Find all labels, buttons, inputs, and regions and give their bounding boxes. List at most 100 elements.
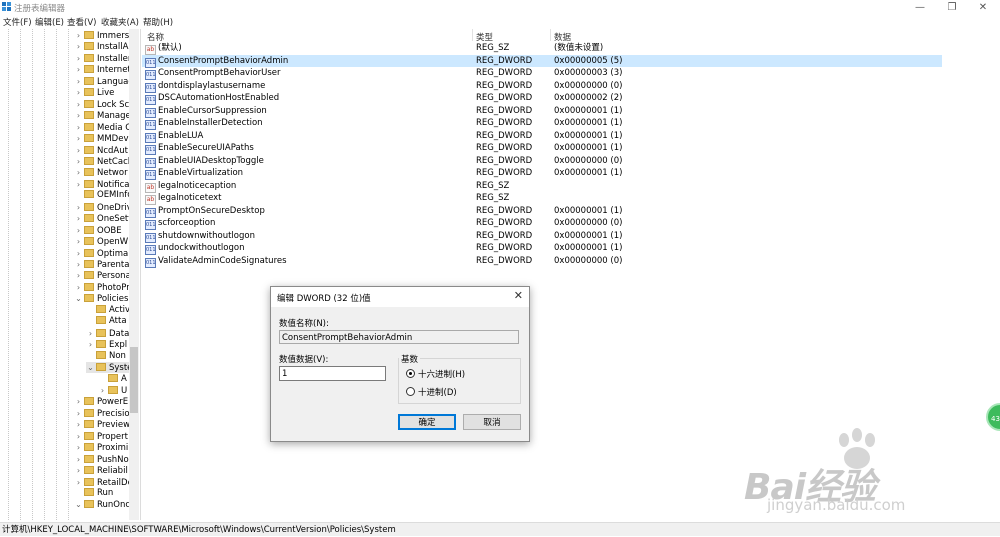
expand-chevron-icon[interactable]: ›: [86, 328, 95, 339]
tree-item[interactable]: › Data: [86, 328, 134, 339]
expand-chevron-icon[interactable]: ›: [74, 99, 83, 110]
expand-chevron-icon[interactable]: ⌄: [74, 499, 83, 510]
value-row[interactable]: 011 EnableUIADesktopToggle REG_DWORD 0x0000…: [142, 155, 942, 168]
value-row[interactable]: 011 ConsentPromptBehaviorUser REG_DWORD 0x0…: [142, 67, 942, 80]
tree-item[interactable]: Atta: [86, 316, 134, 327]
expand-chevron-icon[interactable]: ⌄: [86, 362, 95, 373]
expand-chevron-icon[interactable]: ›: [74, 110, 83, 121]
expand-chevron-icon[interactable]: ›: [74, 282, 83, 293]
tree-item[interactable]: › RetailDe: [74, 477, 134, 488]
value-row[interactable]: ab legalnoticetext REG_SZ: [142, 192, 942, 205]
tree-item[interactable]: › MMDev: [74, 133, 134, 144]
expand-chevron-icon[interactable]: ›: [74, 408, 83, 419]
expand-chevron-icon[interactable]: ⌄: [74, 293, 83, 304]
expand-chevron-icon[interactable]: ›: [74, 179, 83, 190]
tree-item[interactable]: › Proximi: [74, 442, 134, 453]
minimize-button[interactable]: —: [905, 1, 935, 14]
expand-chevron-icon[interactable]: ›: [74, 64, 83, 75]
menu-edit[interactable]: 编辑(E): [35, 16, 64, 28]
value-row[interactable]: ab (默认) REG_SZ (数值未设置): [142, 42, 942, 55]
hex-radio[interactable]: 十六进制(H): [406, 368, 465, 380]
expand-chevron-icon[interactable]: ›: [74, 156, 83, 167]
tree-item[interactable]: › Networ: [74, 167, 134, 178]
dialog-close-icon[interactable]: ✕: [514, 289, 523, 302]
tree-item[interactable]: › Lock Sc: [74, 99, 134, 110]
value-row[interactable]: 011 ValidateAdminCodeSignatures REG_DWORD 0…: [142, 255, 942, 268]
menu-view[interactable]: 查看(V): [67, 16, 96, 28]
close-window-button[interactable]: ✕: [968, 1, 998, 14]
tree-item[interactable]: Activ: [86, 304, 134, 316]
expand-chevron-icon[interactable]: ›: [74, 133, 83, 144]
expand-chevron-icon[interactable]: ›: [74, 41, 83, 52]
expand-chevron-icon[interactable]: ›: [86, 339, 95, 350]
tree-item[interactable]: › OOBE: [74, 225, 134, 236]
tree-scrollbar[interactable]: [129, 29, 139, 520]
expand-chevron-icon[interactable]: ›: [74, 396, 83, 407]
value-row[interactable]: 011 EnableCursorSuppression REG_DWORD 0x000…: [142, 105, 942, 118]
value-row[interactable]: 011 undockwithoutlogon REG_DWORD 0x00000001…: [142, 242, 942, 255]
tree-item[interactable]: › PowerE: [74, 396, 134, 407]
value-row[interactable]: 011 scforceoption REG_DWORD 0x00000000 (0): [142, 217, 942, 230]
value-row[interactable]: 011 shutdownwithoutlogon REG_DWORD 0x000000…: [142, 230, 942, 243]
expand-chevron-icon[interactable]: ›: [74, 87, 83, 98]
tree-item[interactable]: OEMInfo: [74, 190, 134, 201]
tree-item[interactable]: › Precisio: [74, 408, 134, 419]
tree-item[interactable]: › Parenta: [74, 259, 134, 270]
expand-chevron-icon[interactable]: ›: [74, 248, 83, 259]
decimal-radio[interactable]: 十进制(D): [406, 386, 457, 398]
expand-chevron-icon[interactable]: ›: [74, 270, 83, 281]
expand-chevron-icon[interactable]: ›: [74, 122, 83, 133]
expand-chevron-icon[interactable]: ›: [98, 385, 107, 396]
expand-chevron-icon[interactable]: ›: [74, 236, 83, 247]
tree-item[interactable]: ⌄ RunOnc: [74, 499, 134, 510]
key-tree[interactable]: › Immersi › InstallA › Installer › Internet › Lan…: [0, 29, 141, 520]
cancel-button[interactable]: 取消: [463, 414, 521, 430]
tree-item[interactable]: › NcdAut: [74, 145, 134, 156]
tree-item[interactable]: › Live: [74, 87, 134, 98]
tree-item[interactable]: ⌄ Policies: [74, 293, 134, 304]
value-row[interactable]: 011 EnableSecureUIAPaths REG_DWORD 0x000000…: [142, 142, 942, 155]
tree-item[interactable]: › Media C: [74, 122, 134, 133]
expand-chevron-icon[interactable]: ›: [74, 431, 83, 442]
expand-chevron-icon[interactable]: ›: [74, 30, 83, 41]
tree-item[interactable]: Run: [74, 488, 134, 499]
value-row[interactable]: 011 ConsentPromptBehaviorAdmin REG_DWORD 0x…: [142, 54, 942, 68]
tree-item[interactable]: › PushNo: [74, 454, 134, 465]
tree-item[interactable]: › OpenW: [74, 236, 134, 247]
value-row[interactable]: 011 EnableVirtualization REG_DWORD 0x000000…: [142, 167, 942, 180]
tree-item[interactable]: › Notifica: [74, 179, 134, 190]
expand-chevron-icon[interactable]: ›: [74, 225, 83, 236]
expand-chevron-icon[interactable]: ›: [74, 259, 83, 270]
ok-button[interactable]: 确定: [398, 414, 456, 430]
tree-item[interactable]: › InstallA: [74, 41, 134, 52]
tree-item[interactable]: › NetCacl: [74, 156, 134, 167]
expand-chevron-icon[interactable]: ›: [74, 465, 83, 476]
value-row[interactable]: 011 PromptOnSecureDesktop REG_DWORD 0x00000…: [142, 205, 942, 218]
expand-chevron-icon[interactable]: ›: [74, 145, 83, 156]
tree-item[interactable]: › PhotoPr: [74, 282, 134, 293]
header-divider[interactable]: [550, 29, 551, 41]
tree-item[interactable]: › Languag: [74, 76, 134, 87]
value-row[interactable]: ab legalnoticecaption REG_SZ: [142, 180, 942, 193]
tree-item[interactable]: › Immersi: [74, 30, 134, 41]
tree-item[interactable]: ⌄ Syste: [86, 362, 134, 374]
expand-chevron-icon[interactable]: ›: [74, 213, 83, 224]
expand-chevron-icon[interactable]: ›: [74, 76, 83, 87]
expand-chevron-icon[interactable]: ›: [74, 442, 83, 453]
value-row[interactable]: 011 dontdisplaylastusername REG_DWORD 0x000…: [142, 80, 942, 93]
tree-item[interactable]: › Optimal: [74, 248, 134, 259]
tree-item[interactable]: › Installer: [74, 53, 134, 64]
value-row[interactable]: 011 DSCAutomationHostEnabled REG_DWORD 0x00…: [142, 92, 942, 105]
header-divider[interactable]: [472, 29, 473, 41]
tree-item[interactable]: Non: [86, 350, 134, 362]
tree-item[interactable]: › Reliabil: [74, 465, 134, 476]
tree-item[interactable]: › Expl: [86, 339, 134, 350]
menu-help[interactable]: 帮助(H): [143, 16, 173, 28]
value-row[interactable]: 011 EnableLUA REG_DWORD 0x00000001 (1): [142, 130, 942, 143]
tree-item[interactable]: › Manage: [74, 110, 134, 121]
expand-chevron-icon[interactable]: ›: [74, 419, 83, 430]
expand-chevron-icon[interactable]: ›: [74, 202, 83, 213]
tree-item[interactable]: › OneSett: [74, 213, 134, 224]
menu-file[interactable]: 文件(F): [3, 16, 32, 28]
maximize-button[interactable]: ❐: [937, 1, 967, 14]
